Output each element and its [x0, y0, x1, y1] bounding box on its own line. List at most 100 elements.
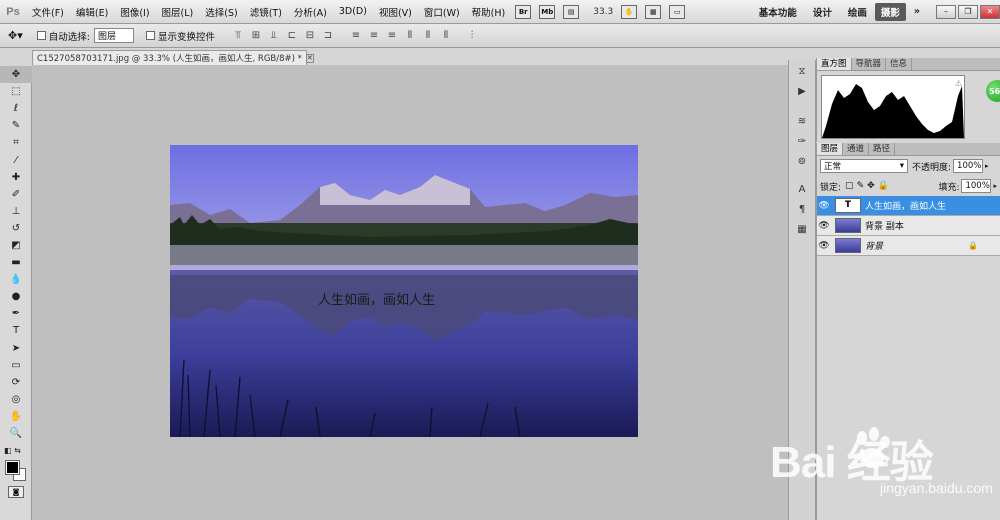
move-tool-icon[interactable]: ✥ — [0, 66, 32, 84]
tab-info[interactable]: 信息 — [886, 58, 913, 70]
close-button[interactable]: ✕ — [980, 4, 1000, 19]
gradient-tool-icon[interactable]: ▬ — [0, 254, 32, 271]
menu-edit[interactable]: 编辑(E) — [70, 5, 114, 19]
menu-3d[interactable]: 3D(D) — [333, 6, 373, 17]
tab-navigator[interactable]: 导航器 — [852, 58, 887, 70]
tab-layers[interactable]: 图层 — [817, 143, 844, 155]
lock-position-icon[interactable]: ✥ — [867, 181, 875, 191]
auto-select-checkbox[interactable] — [36, 31, 46, 40]
auto-select-dropdown[interactable]: 图层 — [93, 28, 134, 43]
screen-mode-icon[interactable]: ▭ — [669, 4, 686, 19]
history-brush-tool-icon[interactable]: ↺ — [0, 220, 32, 237]
tab-histogram[interactable]: 直方图 — [817, 58, 852, 70]
show-transform-checkbox[interactable] — [145, 31, 155, 40]
fill-arrow-icon[interactable]: ▸ — [993, 182, 997, 190]
opacity-arrow-icon[interactable]: ▸ — [985, 162, 989, 170]
layer-row-background-copy[interactable]: 👁 背景 副本 — [817, 216, 1000, 236]
menu-select[interactable]: 选择(S) — [199, 5, 243, 19]
menu-analysis[interactable]: 分析(A) — [288, 5, 333, 19]
distribute-bottom-icon[interactable]: ≡ — [386, 30, 398, 42]
tab-channels[interactable]: 通道 — [843, 143, 870, 155]
shape-tool-icon[interactable]: ▭ — [0, 357, 32, 374]
document-tab[interactable]: C1527058703171.jpg @ 33.3% (人生如画，画如人生, R… — [32, 50, 314, 65]
workspace-basic[interactable]: 基本功能 — [751, 5, 805, 19]
pen-tool-icon[interactable]: ✒ — [0, 305, 32, 322]
clone-source-panel-icon[interactable]: ⊚ — [793, 156, 811, 170]
workspace-more[interactable]: » — [906, 6, 928, 17]
lasso-tool-icon[interactable]: ℓ — [0, 100, 32, 117]
distribute-right-icon[interactable]: ⦀ — [440, 30, 452, 42]
mini-bridge-icon[interactable]: Mb — [539, 4, 556, 19]
menu-layer[interactable]: 图层(L) — [156, 5, 200, 19]
type-tool-icon[interactable]: T — [0, 322, 32, 339]
dodge-tool-icon[interactable]: ● — [0, 288, 32, 305]
character-panel-icon[interactable]: A — [793, 184, 811, 198]
brush-tool-icon[interactable]: ✐ — [0, 186, 32, 203]
align-hcenter-icon[interactable]: ⊟ — [304, 30, 316, 42]
lock-transparent-icon[interactable]: ▢ — [845, 181, 854, 191]
adjustments-panel-icon[interactable]: ≋ — [793, 116, 811, 130]
distribute-hcenter-icon[interactable]: ⦀ — [422, 30, 434, 42]
zoom-level[interactable]: 33.3 — [593, 7, 613, 17]
menu-window[interactable]: 窗口(W) — [418, 5, 466, 19]
close-document-icon[interactable]: ✕ — [305, 53, 314, 63]
menu-view[interactable]: 视图(V) — [373, 5, 418, 19]
view-extras-icon[interactable]: ▤ — [563, 4, 580, 19]
tab-paths[interactable]: 路径 — [869, 143, 896, 155]
document-image[interactable]: 人生如画，画如人生 — [170, 145, 638, 437]
quick-select-tool-icon[interactable]: ✎ — [0, 117, 32, 134]
actions-panel-icon[interactable]: ▶ — [793, 86, 811, 100]
canvas-text-layer[interactable]: 人生如画，画如人生 — [318, 289, 435, 308]
path-select-tool-icon[interactable]: ➤ — [0, 340, 32, 357]
restore-button[interactable]: ❐ — [958, 4, 978, 19]
eye-icon[interactable]: 👁 — [817, 221, 831, 231]
align-vcenter-icon[interactable]: ⊞ — [250, 30, 262, 42]
menu-image[interactable]: 图像(I) — [114, 5, 155, 19]
lock-all-icon[interactable]: 🔒 — [878, 181, 889, 191]
eye-icon[interactable]: 👁 — [817, 241, 831, 251]
crop-tool-icon[interactable]: ⌗ — [0, 134, 32, 151]
eye-icon[interactable]: 👁 — [817, 201, 831, 211]
blur-tool-icon[interactable]: 💧 — [0, 271, 32, 288]
paragraph-panel-icon[interactable]: ¶ — [793, 204, 811, 218]
hand-tool-icon[interactable]: ✋ — [0, 408, 32, 425]
eraser-tool-icon[interactable]: ◩ — [0, 237, 32, 254]
arrange-documents-icon[interactable]: ▦ — [645, 4, 662, 19]
hand-view-icon[interactable]: ✋ — [621, 4, 638, 19]
layer-row-text[interactable]: 👁 T 人生如画，画如人生 — [817, 196, 1000, 216]
menu-file[interactable]: 文件(F) — [26, 5, 70, 19]
bridge-icon[interactable]: Br — [515, 4, 532, 19]
clone-stamp-tool-icon[interactable]: ⊥ — [0, 203, 32, 220]
align-top-icon[interactable]: ⫪ — [232, 30, 244, 42]
workspace-photo[interactable]: 摄影 — [874, 2, 906, 21]
brush-panel-icon[interactable]: ✑ — [793, 136, 811, 150]
workspace-design[interactable]: 设计 — [805, 5, 840, 19]
zoom-tool-icon[interactable]: 🔍 — [0, 425, 32, 442]
menu-filter[interactable]: 滤镜(T) — [244, 5, 288, 19]
distribute-left-icon[interactable]: ⦀ — [404, 30, 416, 42]
opacity-input[interactable]: 100% — [953, 159, 984, 173]
auto-align-icon[interactable]: ⫶ — [466, 30, 478, 42]
distribute-top-icon[interactable]: ≡ — [350, 30, 362, 42]
3d-orbit-tool-icon[interactable]: ◎ — [0, 391, 32, 408]
eyedropper-tool-icon[interactable]: ⁄ — [0, 151, 32, 168]
move-tool-icon[interactable]: ✥▾ — [8, 29, 23, 42]
distribute-vcenter-icon[interactable]: ≡ — [368, 30, 380, 42]
menu-help[interactable]: 帮助(H) — [466, 5, 512, 19]
align-bottom-icon[interactable]: ⫫ — [268, 30, 280, 42]
styles-panel-icon[interactable]: ▦ — [793, 224, 811, 238]
quick-mask-icon[interactable]: ◙ — [8, 486, 24, 498]
3d-rotate-tool-icon[interactable]: ⟳ — [0, 374, 32, 391]
fill-input[interactable]: 100% — [961, 179, 992, 193]
lock-pixels-icon[interactable]: ✎ — [857, 181, 865, 191]
minimize-button[interactable]: – — [936, 4, 956, 19]
history-panel-icon[interactable]: ⧖ — [793, 66, 811, 80]
default-colors-icon[interactable]: ◧ ⇆ — [0, 442, 32, 459]
layer-row-background[interactable]: 👁 背景 🔒 — [817, 236, 1000, 256]
workspace-paint[interactable]: 绘画 — [840, 5, 875, 19]
marquee-tool-icon[interactable]: ⬚ — [0, 83, 32, 100]
blend-mode-dropdown[interactable]: 正常 ▾ — [820, 159, 908, 173]
foreground-color-swatch[interactable] — [5, 460, 20, 475]
align-right-icon[interactable]: ⊐ — [322, 30, 334, 42]
healing-brush-tool-icon[interactable]: ✚ — [0, 169, 32, 186]
